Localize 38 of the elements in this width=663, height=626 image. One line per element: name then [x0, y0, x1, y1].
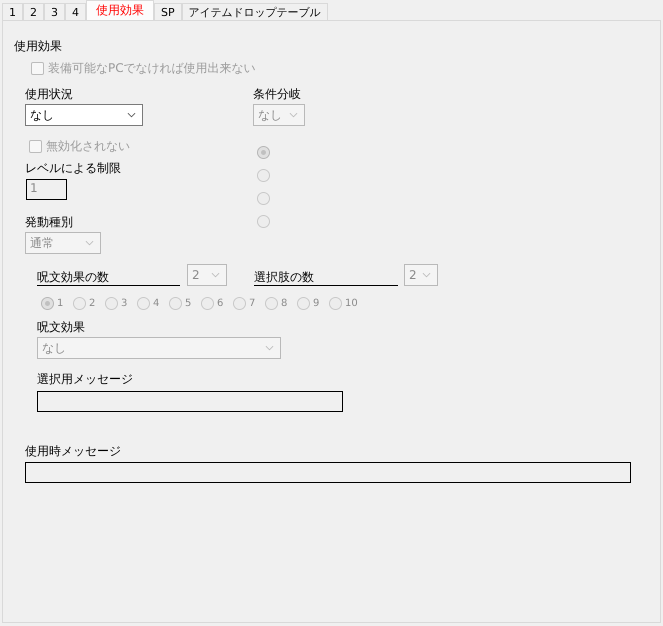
section-title: 使用効果	[14, 38, 63, 55]
tab[interactable]: SP	[154, 3, 182, 20]
radio-label: 2	[89, 298, 96, 309]
text-field[interactable]	[25, 462, 631, 483]
field-label: 呪文効果の数	[37, 268, 180, 286]
field-label: 呪文効果	[37, 320, 86, 335]
radio-label: 4	[153, 298, 160, 309]
field-label: レベルによる制限	[25, 161, 122, 176]
field-label: 発動種別	[25, 215, 74, 230]
field-label: 条件分岐	[253, 87, 302, 102]
radio-label: 6	[217, 298, 224, 309]
chevron-down-icon	[85, 240, 94, 246]
radio-label: 9	[313, 298, 320, 309]
tab[interactable]: 2	[23, 3, 44, 20]
tab[interactable]: 使用効果	[86, 0, 154, 20]
field-label: 使用時メッセージ	[25, 444, 122, 459]
chevron-down-icon	[127, 112, 136, 118]
checkbox-label: 無効化されない	[46, 138, 130, 154]
radio-label: 8	[281, 298, 288, 309]
tab[interactable]: 3	[44, 3, 65, 20]
field-label: 選択肢の数	[254, 268, 398, 286]
radio-label: 5	[185, 298, 192, 309]
field-label: 選択用メッセージ	[37, 372, 134, 387]
radio-label: 1	[57, 298, 64, 309]
radio-label: 3	[121, 298, 128, 309]
tab[interactable]: 4	[65, 3, 86, 20]
tab[interactable]: アイテムドロップテーブル	[182, 3, 328, 20]
field-label: 使用状況	[25, 87, 74, 102]
checkbox-label: 装備可能なPCでなければ使用出来ない	[48, 60, 256, 76]
chevron-down-icon	[265, 345, 274, 351]
chevron-down-icon	[422, 272, 431, 278]
chevron-down-icon	[289, 112, 298, 118]
text-field[interactable]	[37, 391, 343, 412]
tab[interactable]: 1	[2, 3, 23, 20]
dropdown[interactable]: なし	[25, 104, 143, 126]
radio-label: 10	[345, 298, 358, 309]
chevron-down-icon	[211, 272, 220, 278]
radio-label: 7	[249, 298, 256, 309]
